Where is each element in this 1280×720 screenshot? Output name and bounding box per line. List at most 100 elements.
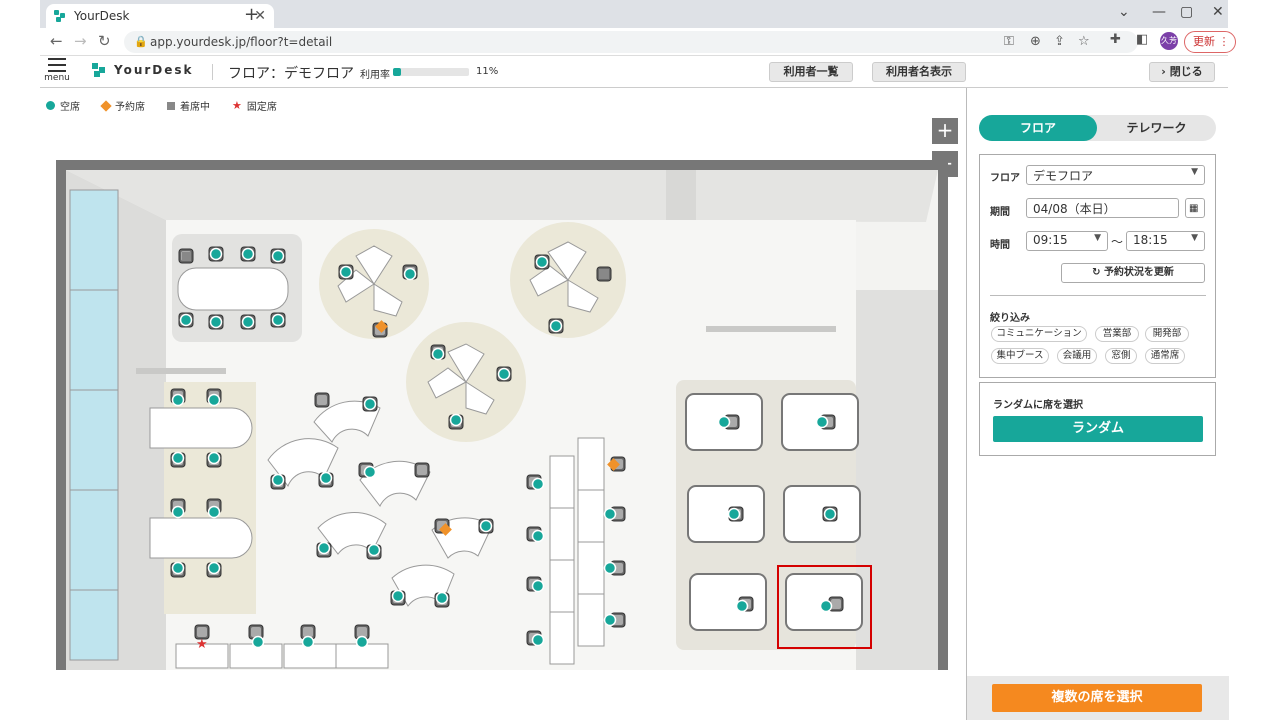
seat[interactable]: [497, 367, 511, 381]
refresh-icon: ↻: [1092, 267, 1101, 278]
period-field-label: 期間: [990, 207, 1010, 218]
browser-tab-bar: YourDesk ✕ + ⌄ — ▢ ✕: [40, 0, 1228, 28]
floor-field-label: フロア: [990, 173, 1020, 184]
refresh-reservations-button[interactable]: ↻ 予約状況を更新: [1061, 263, 1205, 283]
seat[interactable]: [403, 267, 417, 281]
random-box: ランダムに席を選択 ランダム: [979, 382, 1216, 456]
tab-search-icon[interactable]: ⌄: [1118, 4, 1130, 20]
seat[interactable]: [339, 265, 353, 279]
floor-select[interactable]: デモフロア ▼: [1026, 165, 1205, 185]
logo-mark-icon: [92, 63, 106, 77]
time-from-value: 09:15: [1033, 233, 1068, 247]
period-input[interactable]: 04/08（本日）: [1026, 198, 1179, 218]
filter-chip-dev[interactable]: 開発部: [1145, 326, 1189, 342]
filter-chip-focus-booth[interactable]: 集中ブース: [991, 348, 1049, 364]
legend-fixed-label: 固定席: [246, 102, 277, 113]
url-text: app.yourdesk.jp/floor?t=detail: [150, 35, 333, 49]
meeting-table: [177, 267, 289, 311]
floor-title: フロア：デモフロア: [228, 66, 354, 82]
partition-right: [706, 326, 836, 332]
legend-reserved: 予約席: [100, 98, 145, 113]
occupied-seat-marker: [599, 269, 609, 279]
key-icon[interactable]: ⚿: [1004, 34, 1014, 49]
random-button[interactable]: ランダム: [993, 416, 1203, 442]
right-wall-block: [852, 290, 938, 670]
tab-telework[interactable]: テレワーク: [1097, 115, 1216, 141]
extensions-icon[interactable]: ✚: [1110, 32, 1121, 47]
close-window-icon[interactable]: ✕: [1212, 4, 1224, 20]
url-field[interactable]: 🔒 app.yourdesk.jp/floor?t=detail ⚿ ⊕ ⇪ ☆: [124, 31, 1138, 53]
tab-floor[interactable]: フロア: [979, 115, 1097, 141]
chevron-down-icon: ▼: [1191, 167, 1198, 177]
fixed-seat-marker: ★: [196, 637, 208, 652]
header-divider: [212, 64, 213, 80]
legend-occupied-label: 着席中: [180, 102, 210, 113]
chevron-down-icon: ▼: [1191, 233, 1198, 243]
chevron-right-icon: ›: [1161, 65, 1166, 78]
new-tab-icon[interactable]: +: [244, 4, 259, 25]
time-field-label: 時間: [990, 240, 1010, 251]
back-wall: [66, 170, 938, 222]
legend-vacant-label: 空席: [60, 102, 80, 113]
time-from-select[interactable]: 09:15 ▼: [1026, 231, 1108, 251]
back-icon[interactable]: ←: [50, 32, 63, 50]
bottom-desk-row: [175, 643, 389, 669]
time-to-select[interactable]: 18:15 ▼: [1126, 231, 1205, 251]
browser-tab[interactable]: YourDesk ✕: [46, 4, 274, 28]
occupied-seat-marker: [182, 252, 191, 261]
yourdesk-logo[interactable]: YourDesk: [92, 63, 194, 77]
filter-box: フロア デモフロア ▼ 期間 04/08（本日） ▦ 時間 09:15 ▼ 〜 18…: [979, 154, 1216, 378]
menu-button[interactable]: menu: [42, 58, 72, 83]
filter-chip-window[interactable]: 窓側: [1105, 348, 1137, 364]
reserved-diamond-icon: [100, 99, 112, 112]
browser-address-bar: ← → ↻ 🔒 app.yourdesk.jp/floor?t=detail ⚿…: [40, 28, 1236, 56]
forward-icon[interactable]: →: [74, 32, 87, 50]
bookmark-star-icon[interactable]: ☆: [1078, 34, 1090, 49]
usage-bar: [393, 68, 469, 76]
vacant-dot-icon: [46, 101, 55, 110]
mode-toggle[interactable]: フロア テレワーク: [979, 115, 1216, 141]
usage-percent: 11%: [476, 66, 499, 77]
seat[interactable]: [535, 255, 549, 269]
share-icon[interactable]: ⇪: [1054, 34, 1065, 49]
calendar-icon: ▦: [1189, 203, 1199, 214]
window-right-margin: [1228, 0, 1280, 720]
occupied-square-icon: [167, 101, 175, 110]
floor-map[interactable]: ★: [56, 160, 948, 670]
close-panel-button[interactable]: › 閉じる: [1149, 62, 1215, 82]
logo-text: YourDesk: [114, 63, 194, 77]
window-left-margin: [0, 0, 40, 720]
seat-legend: 空席 予約席 着席中 ★ 固定席: [46, 98, 277, 113]
filter-chip-communication[interactable]: コミュニケーション: [991, 326, 1087, 342]
menu-label: menu: [44, 73, 70, 83]
show-names-button[interactable]: 利用者名表示: [872, 62, 966, 82]
profile-avatar[interactable]: 久芳: [1160, 32, 1178, 50]
floor-select-value: デモフロア: [1033, 169, 1094, 183]
update-label: 更新: [1193, 35, 1215, 48]
calendar-button[interactable]: ▦: [1185, 198, 1205, 218]
side-panel: フロア テレワーク フロア デモフロア ▼ 期間 04/08（本日） ▦ 時間 0…: [966, 88, 1229, 720]
app-header: menu YourDesk フロア：デモフロア 利用率 11% 利用者一覧 利用…: [40, 56, 1228, 88]
time-separator: 〜: [1111, 235, 1124, 249]
zoom-in-button[interactable]: +: [932, 118, 958, 144]
time-to-value: 18:15: [1133, 233, 1168, 247]
side-panel-icon[interactable]: ◧: [1136, 32, 1148, 47]
filter-chip-normal[interactable]: 通常席: [1145, 348, 1185, 364]
seat[interactable]: [449, 413, 463, 427]
user-list-button[interactable]: 利用者一覧: [769, 62, 853, 82]
chevron-down-icon: ▼: [1094, 233, 1101, 243]
update-button[interactable]: 更新 ⋮: [1184, 31, 1236, 53]
select-multiple-seats-button[interactable]: 複数の席を選択: [992, 684, 1202, 712]
desk-group-2: [149, 517, 253, 559]
seat[interactable]: [431, 347, 445, 361]
filter-chip-meeting[interactable]: 会議用: [1057, 348, 1097, 364]
zoom-icon[interactable]: ⊕: [1030, 34, 1041, 49]
filter-divider: [990, 295, 1206, 296]
maximize-icon[interactable]: ▢: [1180, 4, 1193, 20]
minimize-icon[interactable]: —: [1152, 4, 1166, 20]
reload-icon[interactable]: ↻: [98, 32, 111, 50]
yourdesk-favicon-icon: [54, 10, 66, 22]
refresh-label: 予約状況を更新: [1103, 267, 1174, 278]
filter-chip-sales[interactable]: 営業部: [1095, 326, 1139, 342]
seat[interactable]: [549, 319, 563, 333]
